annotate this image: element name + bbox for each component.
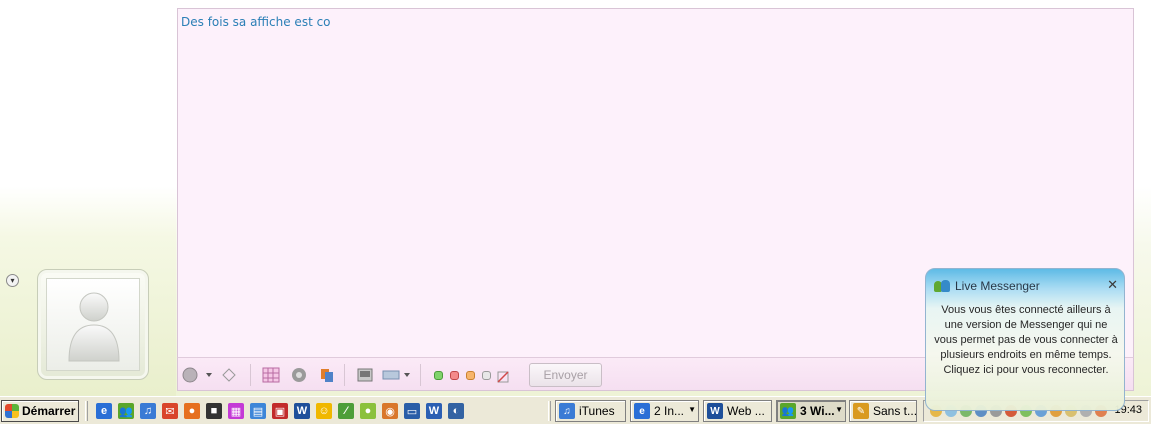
block-button[interactable] [496, 369, 510, 385]
nudge-icon [321, 369, 333, 382]
internet-explorer-icon[interactable]: e [96, 403, 112, 419]
web-icon: W [707, 403, 723, 419]
chrome-icon[interactable]: ◉ [382, 403, 398, 419]
mail-icon[interactable]: ✉ [162, 403, 178, 419]
activity-menu-button[interactable] [382, 367, 412, 383]
avatar[interactable] [37, 269, 149, 380]
avatar-picture [46, 278, 140, 371]
status-offline-icon[interactable] [482, 371, 491, 380]
background-button[interactable] [262, 367, 280, 383]
wink-button[interactable] [220, 367, 238, 383]
color-icon[interactable]: ▦ [228, 403, 244, 419]
nudge-button[interactable] [318, 367, 336, 383]
task-button[interactable]: e 2 In... ▼ [630, 400, 699, 422]
block-icon [497, 371, 509, 383]
notification-message[interactable]: Vous vous êtes connecté ailleurs à une v… [932, 303, 1120, 378]
quick-launch-grip[interactable] [85, 401, 88, 421]
task-button[interactable]: ✎ Sans t... [849, 400, 917, 422]
messenger-notification[interactable]: Live Messenger ✕ Vous vous êtes connecté… [925, 268, 1125, 411]
message-draft-text: Des fois sa affiche est co [181, 15, 331, 29]
contact-pane: ▾ [0, 0, 176, 396]
wink-icon [222, 368, 236, 382]
brush-icon[interactable]: ⁄ [338, 403, 354, 419]
voice-clip-button[interactable] [290, 367, 308, 383]
messenger-icon: 👥 [780, 403, 796, 419]
pdf-icon[interactable]: ▣ [272, 403, 288, 419]
task-button-label: Web ... [727, 404, 765, 418]
itunes-icon[interactable]: ♫ [140, 403, 156, 419]
send-button[interactable]: Envoyer [529, 363, 602, 387]
shell-icon[interactable]: ● [360, 403, 376, 419]
task-button-label: 3 Wi... [800, 404, 835, 418]
emoticon-menu-button[interactable] [182, 367, 212, 383]
messenger-buddy-icon [934, 279, 951, 293]
firefox-icon[interactable]: ● [184, 403, 200, 419]
paint-icon: ✎ [853, 403, 869, 419]
task-button-label: iTunes [579, 404, 615, 418]
media-icon[interactable]: ■ [206, 403, 222, 419]
start-label: Démarrer [22, 404, 76, 418]
default-user-icon [68, 292, 120, 362]
activity-icon [382, 370, 410, 380]
internet-explorer-icon: e [634, 403, 650, 419]
expand-icon[interactable]: ▾ [6, 274, 19, 287]
game-icon [357, 368, 373, 382]
status-busy-icon[interactable] [450, 371, 459, 380]
file-icon[interactable]: ▤ [250, 403, 266, 419]
voice-clip-icon [292, 368, 306, 382]
notification-title: Live Messenger [955, 279, 1040, 293]
close-icon[interactable]: ✕ [1107, 277, 1118, 293]
smiley-icon[interactable]: ☺ [316, 403, 332, 419]
status-online-icon[interactable] [434, 371, 443, 380]
taskbar-grip[interactable] [548, 401, 551, 421]
audio-icon[interactable]: ◐ [448, 403, 464, 419]
window-icon[interactable]: ▭ [404, 403, 420, 419]
task-button[interactable]: ♫ iTunes [555, 400, 626, 422]
group-dropdown-icon: ▼ [835, 405, 843, 414]
start-button[interactable]: Démarrer [1, 400, 79, 422]
word-icon[interactable]: W [426, 403, 442, 419]
notification-header: Live Messenger ✕ [934, 277, 1118, 295]
group-dropdown-icon: ▼ [688, 405, 696, 414]
background-grid-icon [262, 367, 280, 383]
messenger-icon[interactable]: 👥 [118, 403, 134, 419]
web-icon[interactable]: W [294, 403, 310, 419]
emoticon-icon [182, 367, 212, 383]
windows-logo-icon [5, 404, 19, 418]
status-away-icon[interactable] [466, 371, 475, 380]
task-button-label: 2 In... [654, 404, 685, 418]
itunes-icon: ♫ [559, 403, 575, 419]
game-button[interactable] [356, 367, 374, 383]
task-button-label: Sans t... [873, 404, 917, 418]
task-button[interactable]: W Web ... [703, 400, 772, 422]
task-button[interactable]: 👥 3 Wi... ▼ [776, 400, 846, 422]
